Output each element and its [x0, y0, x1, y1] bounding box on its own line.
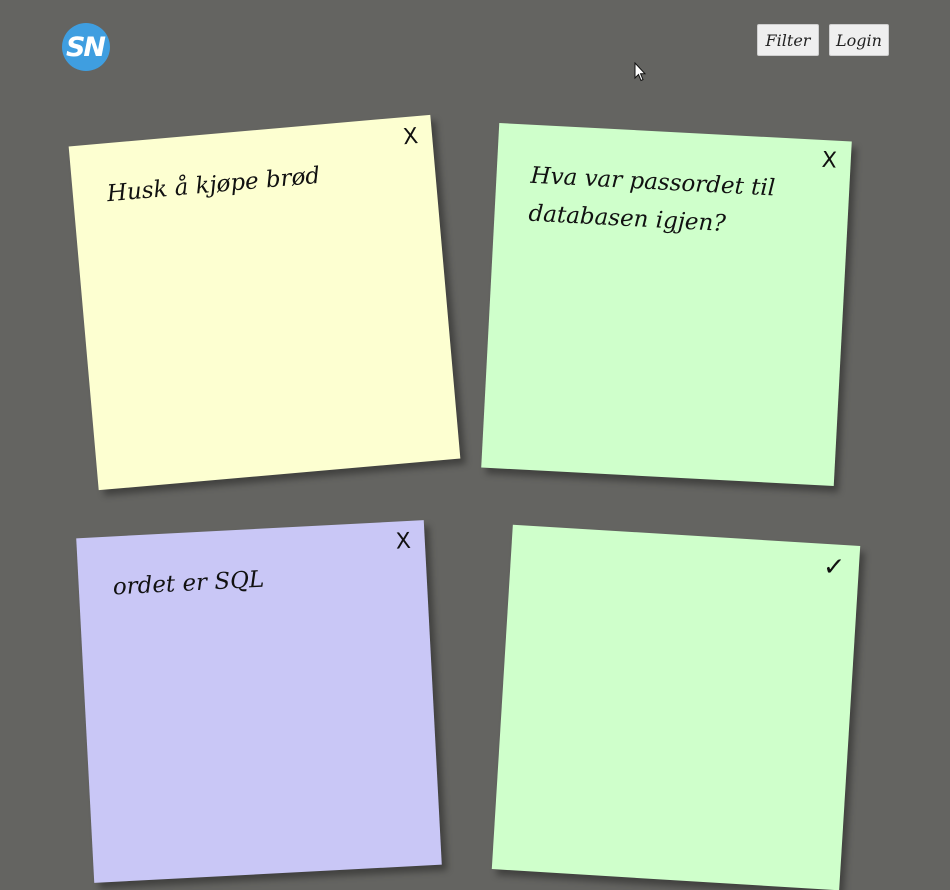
note-text: ordet er SQL — [112, 566, 265, 601]
sticky-note[interactable]: ordet er SQL X — [76, 520, 442, 883]
check-note-button[interactable]: ✓ — [822, 552, 846, 583]
delete-note-button[interactable]: X — [395, 529, 411, 555]
note-text: Hva var passordet til databasen igjen? — [527, 162, 776, 237]
sticky-note[interactable]: Husk å kjøpe brød X — [68, 114, 461, 491]
filter-button[interactable]: Filter — [757, 24, 819, 56]
login-button[interactable]: Login — [829, 24, 889, 56]
sticky-note[interactable]: Hva var passordet til databasen igjen? X — [481, 122, 852, 487]
delete-note-button[interactable]: X — [821, 148, 837, 174]
logo: SN — [62, 23, 110, 71]
arrow-cursor-icon — [634, 61, 647, 86]
delete-note-button[interactable]: X — [402, 124, 419, 150]
note-text: Husk å kjøpe brød — [105, 162, 322, 208]
sticky-note[interactable]: ✓ — [491, 524, 861, 890]
note-text — [545, 559, 809, 575]
logo-text: SN — [65, 31, 106, 63]
